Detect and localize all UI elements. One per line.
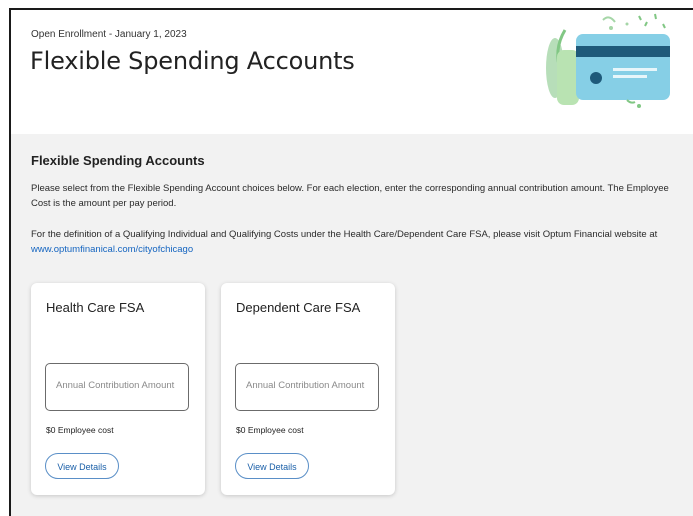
definition-text: For the definition of a Qualifying Indiv…: [31, 227, 686, 257]
view-details-button[interactable]: View Details: [235, 453, 309, 479]
card-title: Dependent Care FSA: [236, 300, 361, 315]
health-care-fsa-card: Health Care FSA Annual Contribution Amou…: [31, 283, 205, 495]
section-title: Flexible Spending Accounts: [31, 153, 205, 168]
enrollment-date-label: Open Enrollment - January 1, 2023: [31, 29, 187, 40]
card-title: Health Care FSA: [46, 300, 145, 315]
annual-contribution-input[interactable]: Annual Contribution Amount: [45, 363, 189, 411]
definition-text-prefix: For the definition of a Qualifying Indiv…: [31, 229, 658, 240]
instructions-text: Please select from the Flexible Spending…: [31, 183, 669, 209]
view-details-button[interactable]: View Details: [45, 453, 119, 479]
annual-contribution-input[interactable]: Annual Contribution Amount: [235, 363, 379, 411]
optum-financial-link[interactable]: www.optumfinanical.com/cityofchicago: [31, 244, 193, 255]
page-frame: Open Enrollment - January 1, 2023 Flexib…: [9, 8, 693, 516]
dependent-care-fsa-card: Dependent Care FSA Annual Contribution A…: [221, 283, 395, 495]
credit-card-illustration: [546, 13, 670, 108]
employee-cost: $0 Employee cost: [236, 425, 304, 435]
page-title: Flexible Spending Accounts: [30, 47, 355, 75]
page-header: Open Enrollment - January 1, 2023 Flexib…: [11, 10, 693, 134]
employee-cost: $0 Employee cost: [46, 425, 114, 435]
fsa-content: Flexible Spending Accounts Please select…: [11, 134, 693, 516]
